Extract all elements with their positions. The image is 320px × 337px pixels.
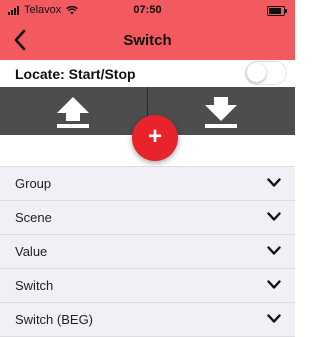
back-button[interactable] bbox=[10, 27, 32, 53]
chevron-left-icon bbox=[14, 29, 26, 51]
list-item-label: Scene bbox=[15, 210, 52, 225]
locate-row: Locate: Start/Stop bbox=[0, 60, 295, 87]
status-bar: Telavox 07:50 bbox=[0, 0, 295, 22]
upload-button[interactable] bbox=[0, 87, 147, 135]
list-item-switch-beg[interactable]: Switch (BEG) bbox=[0, 303, 295, 337]
battery-icon bbox=[267, 6, 287, 16]
chevron-down-icon bbox=[267, 178, 281, 187]
chevron-down-icon bbox=[267, 280, 281, 289]
list-item-label: Value bbox=[15, 244, 48, 259]
list-item-label: Switch (BEG) bbox=[15, 312, 94, 327]
chevron-down-icon bbox=[267, 246, 281, 255]
toggle-knob bbox=[247, 63, 266, 82]
type-list: Group Scene Value Switch Switch (BEG) bbox=[0, 166, 295, 337]
upload-arrow-icon bbox=[57, 97, 89, 128]
chevron-down-icon bbox=[267, 212, 281, 221]
chevron-down-icon bbox=[267, 314, 281, 323]
list-item-label: Group bbox=[15, 176, 52, 191]
list-item-group[interactable]: Group bbox=[0, 166, 295, 201]
locate-label: Locate: Start/Stop bbox=[15, 66, 136, 82]
status-time: 07:50 bbox=[133, 4, 162, 16]
header-bar: Telavox 07:50 Switch bbox=[0, 0, 295, 60]
download-arrow-icon bbox=[205, 97, 237, 128]
list-item-value[interactable]: Value bbox=[0, 235, 295, 269]
list-item-label: Switch bbox=[15, 278, 54, 293]
nav-bar: Switch bbox=[0, 22, 295, 60]
locate-toggle[interactable] bbox=[245, 61, 287, 85]
plus-icon: + bbox=[147, 123, 162, 150]
add-button[interactable]: + bbox=[132, 115, 178, 161]
page-title: Switch bbox=[123, 32, 172, 49]
list-item-switch[interactable]: Switch bbox=[0, 269, 295, 303]
list-item-scene[interactable]: Scene bbox=[0, 201, 295, 235]
